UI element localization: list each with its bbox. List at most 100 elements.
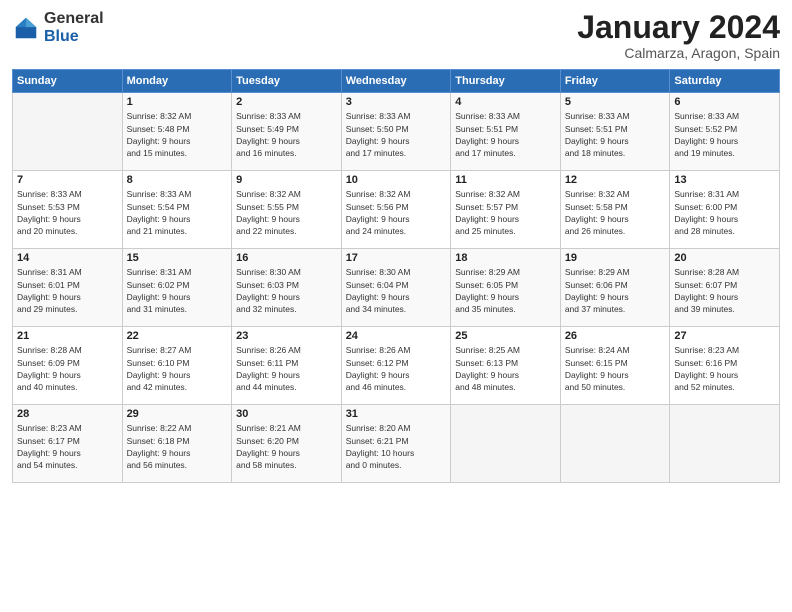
calendar-cell: 19 Sunrise: 8:29 AM Sunset: 6:06 PM Dayli… [560, 249, 670, 327]
calendar-cell: 3 Sunrise: 8:33 AM Sunset: 5:50 PM Daylig… [341, 93, 451, 171]
calendar-cell [13, 93, 123, 171]
calendar-cell: 4 Sunrise: 8:33 AM Sunset: 5:51 PM Daylig… [451, 93, 561, 171]
calendar-cell: 11 Sunrise: 8:32 AM Sunset: 5:57 PM Dayli… [451, 171, 561, 249]
calendar-cell: 1 Sunrise: 8:32 AM Sunset: 5:48 PM Daylig… [122, 93, 232, 171]
day-number: 7 [17, 174, 118, 186]
day-number: 3 [346, 96, 447, 108]
header-friday: Friday [560, 70, 670, 93]
calendar-cell: 12 Sunrise: 8:32 AM Sunset: 5:58 PM Dayli… [560, 171, 670, 249]
calendar-cell: 17 Sunrise: 8:30 AM Sunset: 6:04 PM Dayli… [341, 249, 451, 327]
day-info: Sunrise: 8:26 AM Sunset: 6:12 PM Dayligh… [346, 344, 447, 393]
day-number: 27 [674, 330, 775, 342]
calendar-cell: 16Sunrise: 8:30 AM Sunset: 6:03 PM Dayli… [232, 249, 342, 327]
day-info: Sunrise: 8:29 AM Sunset: 6:06 PM Dayligh… [565, 266, 666, 315]
day-info: Sunrise: 8:22 AM Sunset: 6:18 PM Dayligh… [127, 422, 228, 471]
day-info: Sunrise: 8:32 AM Sunset: 5:57 PM Dayligh… [455, 188, 556, 237]
calendar-week-row: 1 Sunrise: 8:32 AM Sunset: 5:48 PM Daylig… [13, 93, 780, 171]
calendar-cell: 13Sunrise: 8:31 AM Sunset: 6:00 PM Dayli… [670, 171, 780, 249]
day-info: Sunrise: 8:33 AM Sunset: 5:52 PM Dayligh… [674, 110, 775, 159]
day-info: Sunrise: 8:32 AM Sunset: 5:58 PM Dayligh… [565, 188, 666, 237]
day-info: Sunrise: 8:23 AM Sunset: 6:16 PM Dayligh… [674, 344, 775, 393]
day-number: 23 [236, 330, 337, 342]
day-number: 4 [455, 96, 556, 108]
calendar-cell: 31 Sunrise: 8:20 AM Sunset: 6:21 PM Dayli… [341, 405, 451, 483]
calendar-cell: 23 Sunrise: 8:26 AM Sunset: 6:11 PM Dayli… [232, 327, 342, 405]
day-number: 11 [455, 174, 556, 186]
day-number: 9 [236, 174, 337, 186]
calendar-cell: 22Sunrise: 8:27 AM Sunset: 6:10 PM Dayli… [122, 327, 232, 405]
calendar-cell [560, 405, 670, 483]
calendar-cell: 14 Sunrise: 8:31 AM Sunset: 6:01 PM Dayli… [13, 249, 123, 327]
day-info: Sunrise: 8:32 AM Sunset: 5:48 PM Dayligh… [127, 110, 228, 159]
day-info: Sunrise: 8:23 AM Sunset: 6:17 PM Dayligh… [17, 422, 118, 471]
day-info: Sunrise: 8:25 AM Sunset: 6:13 PM Dayligh… [455, 344, 556, 393]
header-wednesday: Wednesday [341, 70, 451, 93]
day-info: Sunrise: 8:33 AM Sunset: 5:53 PM Dayligh… [17, 188, 118, 237]
calendar-cell: 15 Sunrise: 8:31 AM Sunset: 6:02 PM Dayli… [122, 249, 232, 327]
day-info: Sunrise: 8:24 AM Sunset: 6:15 PM Dayligh… [565, 344, 666, 393]
day-number: 2 [236, 96, 337, 108]
day-number: 1 [127, 96, 228, 108]
day-number: 13 [674, 174, 775, 186]
logo-icon [12, 14, 40, 42]
calendar-cell: 7 Sunrise: 8:33 AM Sunset: 5:53 PM Daylig… [13, 171, 123, 249]
calendar-cell: 26 Sunrise: 8:24 AM Sunset: 6:15 PM Dayli… [560, 327, 670, 405]
calendar-week-row: 7 Sunrise: 8:33 AM Sunset: 5:53 PM Daylig… [13, 171, 780, 249]
day-info: Sunrise: 8:33 AM Sunset: 5:51 PM Dayligh… [565, 110, 666, 159]
day-info: Sunrise: 8:29 AM Sunset: 6:05 PM Dayligh… [455, 266, 556, 315]
day-number: 12 [565, 174, 666, 186]
day-number: 17 [346, 252, 447, 264]
day-number: 18 [455, 252, 556, 264]
calendar-cell: 10 Sunrise: 8:32 AM Sunset: 5:56 PM Dayli… [341, 171, 451, 249]
day-info: Sunrise: 8:33 AM Sunset: 5:50 PM Dayligh… [346, 110, 447, 159]
day-info: Sunrise: 8:31 AM Sunset: 6:02 PM Dayligh… [127, 266, 228, 315]
day-number: 30 [236, 408, 337, 420]
day-number: 22 [127, 330, 228, 342]
day-number: 20 [674, 252, 775, 264]
calendar-cell: 9Sunrise: 8:32 AM Sunset: 5:55 PM Daylig… [232, 171, 342, 249]
calendar-location: Calmarza, Aragon, Spain [577, 45, 780, 61]
calendar-cell [670, 405, 780, 483]
calendar-header-row: Sunday Monday Tuesday Wednesday Thursday… [13, 70, 780, 93]
day-number: 19 [565, 252, 666, 264]
day-info: Sunrise: 8:20 AM Sunset: 6:21 PM Dayligh… [346, 422, 447, 471]
page-header: General Blue January 2024 Calmarza, Arag… [12, 10, 780, 61]
calendar-cell: 29 Sunrise: 8:22 AM Sunset: 6:18 PM Dayli… [122, 405, 232, 483]
day-info: Sunrise: 8:33 AM Sunset: 5:51 PM Dayligh… [455, 110, 556, 159]
day-info: Sunrise: 8:30 AM Sunset: 6:03 PM Dayligh… [236, 266, 337, 315]
calendar-week-row: 21 Sunrise: 8:28 AM Sunset: 6:09 PM Dayli… [13, 327, 780, 405]
calendar-cell: 5 Sunrise: 8:33 AM Sunset: 5:51 PM Daylig… [560, 93, 670, 171]
day-number: 10 [346, 174, 447, 186]
calendar-table: Sunday Monday Tuesday Wednesday Thursday… [12, 69, 780, 483]
day-number: 29 [127, 408, 228, 420]
calendar-body: 1 Sunrise: 8:32 AM Sunset: 5:48 PM Daylig… [13, 93, 780, 483]
day-number: 15 [127, 252, 228, 264]
day-number: 31 [346, 408, 447, 420]
header-monday: Monday [122, 70, 232, 93]
day-info: Sunrise: 8:33 AM Sunset: 5:49 PM Dayligh… [236, 110, 337, 159]
calendar-cell: 18 Sunrise: 8:29 AM Sunset: 6:05 PM Dayli… [451, 249, 561, 327]
calendar-cell: 21 Sunrise: 8:28 AM Sunset: 6:09 PM Dayli… [13, 327, 123, 405]
day-number: 26 [565, 330, 666, 342]
calendar-cell: 6Sunrise: 8:33 AM Sunset: 5:52 PM Daylig… [670, 93, 780, 171]
logo-general: General [44, 10, 104, 28]
calendar-cell: 24Sunrise: 8:26 AM Sunset: 6:12 PM Dayli… [341, 327, 451, 405]
calendar-week-row: 14 Sunrise: 8:31 AM Sunset: 6:01 PM Dayli… [13, 249, 780, 327]
day-info: Sunrise: 8:26 AM Sunset: 6:11 PM Dayligh… [236, 344, 337, 393]
day-info: Sunrise: 8:28 AM Sunset: 6:07 PM Dayligh… [674, 266, 775, 315]
day-number: 28 [17, 408, 118, 420]
day-info: Sunrise: 8:30 AM Sunset: 6:04 PM Dayligh… [346, 266, 447, 315]
day-info: Sunrise: 8:28 AM Sunset: 6:09 PM Dayligh… [17, 344, 118, 393]
day-number: 14 [17, 252, 118, 264]
day-number: 21 [17, 330, 118, 342]
calendar-week-row: 28 Sunrise: 8:23 AM Sunset: 6:17 PM Dayli… [13, 405, 780, 483]
day-info: Sunrise: 8:31 AM Sunset: 6:01 PM Dayligh… [17, 266, 118, 315]
header-saturday: Saturday [670, 70, 780, 93]
day-number: 5 [565, 96, 666, 108]
logo-text: General Blue [44, 10, 104, 45]
logo: General Blue [12, 10, 104, 45]
day-info: Sunrise: 8:32 AM Sunset: 5:56 PM Dayligh… [346, 188, 447, 237]
title-block: January 2024 Calmarza, Aragon, Spain [577, 10, 780, 61]
calendar-title: January 2024 [577, 10, 780, 45]
day-number: 8 [127, 174, 228, 186]
